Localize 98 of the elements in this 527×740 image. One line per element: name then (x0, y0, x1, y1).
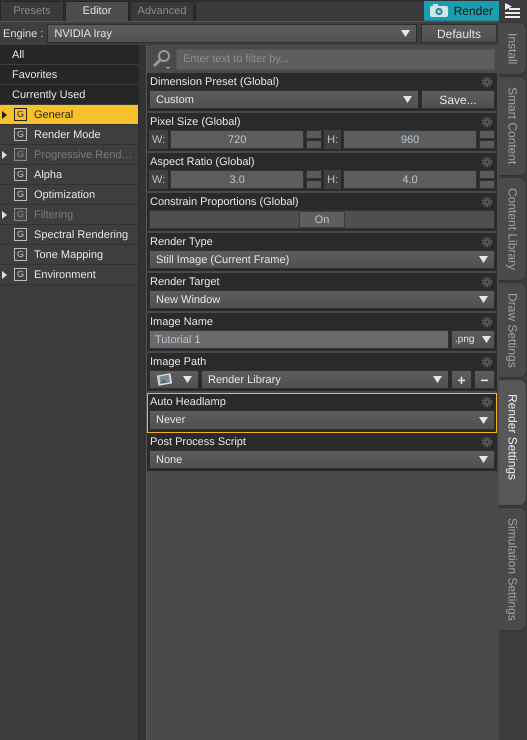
caret-icon (183, 376, 192, 383)
gear-icon (481, 76, 493, 88)
add-button[interactable]: + (451, 370, 472, 389)
spin-down-button[interactable] (479, 180, 495, 189)
side-tab[interactable]: Smart Content (499, 76, 527, 176)
group-icon: G (14, 128, 27, 141)
side-tab[interactable]: Draw Settings (499, 282, 527, 378)
sidebar-item[interactable]: Favorites (0, 65, 138, 85)
caret-icon (479, 256, 488, 263)
defaults-button[interactable]: Defaults (421, 24, 497, 43)
group-icon: G (14, 188, 27, 201)
number-field[interactable]: 3.0 (170, 170, 304, 189)
save-button[interactable]: Save... (421, 90, 495, 109)
caret-icon (479, 296, 488, 303)
group-icon: G (14, 208, 27, 221)
spin-down-button[interactable] (306, 180, 322, 189)
dropdown[interactable]: None (149, 450, 495, 469)
group-icon: G (14, 168, 27, 181)
dropdown[interactable]: Render Library (201, 370, 449, 389)
gear-icon (481, 236, 493, 248)
sidebar-item[interactable]: G Alpha (0, 165, 138, 185)
menu-icon[interactable] (504, 3, 520, 19)
spin-up-button[interactable] (306, 170, 322, 179)
gear-icon (481, 436, 493, 448)
gear-icon (481, 196, 493, 208)
number-field[interactable]: 960 (343, 130, 477, 149)
engine-dropdown[interactable]: NVIDIA Iray (47, 24, 417, 43)
sidebar-item[interactable]: G Render Mode (0, 125, 138, 145)
property-label: Constrain Proportions (Global) (150, 196, 299, 208)
gear-icon (481, 116, 493, 128)
gear-icon (481, 316, 493, 328)
dropdown[interactable]: Never (149, 410, 495, 430)
sidebar-item[interactable]: Currently Used (0, 85, 138, 105)
render-button[interactable]: Render (424, 1, 499, 21)
number-field[interactable]: 4.0 (343, 170, 477, 189)
field-label: H: (324, 170, 342, 189)
group-icon: G (14, 248, 27, 261)
caret-icon (433, 376, 442, 383)
property-label: Image Name (150, 316, 213, 328)
property-label: Aspect Ratio (Global) (150, 156, 255, 168)
spin-down-button[interactable] (479, 140, 495, 149)
spin-down-button[interactable] (306, 140, 322, 149)
dropdown[interactable]: Custom (149, 90, 419, 109)
side-tab[interactable]: Simulation Settings (499, 506, 527, 632)
gear-icon (481, 276, 493, 288)
dropdown[interactable]: New Window (149, 290, 495, 309)
sidebar-item[interactable]: All (0, 45, 138, 65)
side-tab[interactable]: Render Settings (499, 379, 527, 506)
dropdown[interactable]: Still Image (Current Frame) (149, 250, 495, 269)
tab[interactable]: Presets (0, 1, 64, 21)
toggle-switch[interactable]: On (299, 211, 345, 228)
side-tab[interactable]: Install (499, 22, 527, 76)
format-dropdown[interactable]: .png (451, 330, 495, 349)
expand-arrow-icon[interactable] (2, 110, 7, 118)
spin-up-button[interactable] (306, 130, 322, 139)
sidebar-item[interactable]: G Tone Mapping (0, 245, 138, 265)
search-icon[interactable] (152, 49, 172, 69)
caret-icon (479, 456, 488, 463)
caret-icon (401, 30, 410, 37)
property-label: Auto Headlamp (150, 396, 226, 408)
splitter-handle[interactable] (138, 45, 147, 740)
gear-icon (481, 156, 493, 168)
sidebar-item[interactable]: G Environment (0, 265, 138, 285)
caret-icon (403, 96, 412, 103)
camera-icon (430, 4, 448, 17)
sidebar-item[interactable]: G General (0, 105, 138, 125)
field-label: W: (149, 170, 168, 189)
engine-label: Engine : (3, 28, 44, 40)
sidebar-item[interactable]: G Spectral Rendering (0, 225, 138, 245)
group-icon: G (14, 148, 27, 161)
property-label: Render Target (150, 276, 220, 288)
expand-arrow-icon[interactable] (2, 270, 7, 278)
property-label: Pixel Size (Global) (150, 116, 240, 128)
group-icon: G (14, 268, 27, 281)
gear-icon (481, 356, 493, 368)
remove-button[interactable]: − (474, 370, 495, 389)
gear-icon (481, 396, 493, 408)
spin-up-button[interactable] (479, 130, 495, 139)
property-label: Image Path (150, 356, 206, 368)
property-label: Post Process Script (150, 436, 246, 448)
group-icon: G (14, 108, 27, 121)
number-field[interactable]: 720 (170, 130, 304, 149)
field-label: W: (149, 130, 168, 149)
picture-icon (156, 372, 173, 387)
text-field[interactable]: Tutorial 1 (149, 330, 449, 349)
property-label: Dimension Preset (Global) (150, 76, 279, 88)
caret-icon (479, 416, 488, 424)
tab[interactable]: Editor (65, 1, 129, 21)
sidebar-item[interactable]: G Optimization (0, 185, 138, 205)
toggle-track[interactable]: On (149, 210, 495, 229)
group-icon: G (14, 228, 27, 241)
caret-icon (482, 336, 491, 343)
image-dropdown[interactable] (149, 370, 199, 389)
spin-up-button[interactable] (479, 170, 495, 179)
property-label: Render Type (150, 236, 213, 248)
tab[interactable]: Advanced (130, 1, 194, 21)
side-tab[interactable]: Content Library (499, 176, 527, 281)
field-label: H: (324, 130, 342, 149)
